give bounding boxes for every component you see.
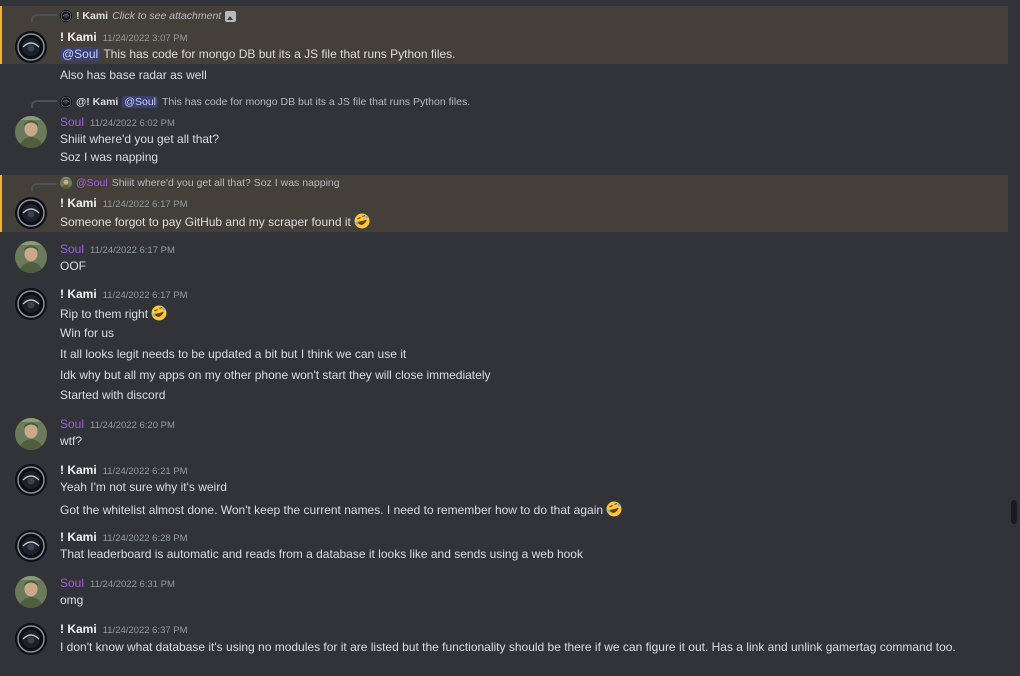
- message-header: ! Kami 11/24/2022 6:21 PM: [60, 463, 188, 477]
- avatar[interactable]: [15, 288, 47, 320]
- reply-username[interactable]: @Soul: [76, 177, 108, 189]
- timestamp: 11/24/2022 6:02 PM: [90, 118, 175, 129]
- reply-text[interactable]: This has code for mongo DB but its a JS …: [162, 96, 470, 108]
- message-text: It all looks legit needs to be updated a…: [60, 347, 407, 361]
- message-header: Soul 11/24/2022 6:20 PM: [60, 417, 175, 431]
- mention[interactable]: @Soul: [60, 47, 101, 61]
- message-content: Rip to them right: [60, 307, 149, 321]
- username[interactable]: ! Kami: [60, 196, 97, 210]
- timestamp: 11/24/2022 6:21 PM: [102, 466, 188, 477]
- message-header: Soul 11/24/2022 6:17 PM: [60, 242, 175, 256]
- avatar[interactable]: [15, 623, 47, 655]
- message-header: ! Kami 11/24/2022 6:37 PM: [60, 622, 188, 636]
- message-text: Someone forgot to pay GitHub and my scra…: [60, 213, 370, 229]
- timestamp: 11/24/2022 6:20 PM: [90, 420, 175, 431]
- avatar[interactable]: [15, 197, 47, 229]
- timestamp: 11/24/2022 6:28 PM: [102, 533, 188, 544]
- message-text: Shiiit where'd you get all that?: [60, 132, 220, 146]
- timestamp: 11/24/2022 6:17 PM: [102, 290, 188, 301]
- username[interactable]: ! Kami: [60, 463, 97, 477]
- soul-mini-avatar: [60, 177, 72, 189]
- reply-text[interactable]: Click to see attachment: [112, 10, 221, 22]
- message-header: ! Kami 11/24/2022 6:28 PM: [60, 530, 188, 544]
- avatar[interactable]: [15, 31, 47, 63]
- reply-spine: [31, 100, 57, 108]
- username[interactable]: ! Kami: [60, 287, 97, 301]
- message-content: Got the whitelist almost done. Won't kee…: [60, 503, 604, 517]
- message-header: ! Kami 11/24/2022 3:07 PM: [60, 30, 188, 44]
- username[interactable]: ! Kami: [60, 30, 97, 44]
- reply-username[interactable]: ! Kami: [76, 10, 108, 22]
- message-text: wtf?: [60, 434, 83, 448]
- username[interactable]: ! Kami: [60, 622, 97, 636]
- image-icon: [225, 10, 237, 22]
- message-text: Idk why but all my apps on my other phon…: [60, 368, 491, 382]
- reply-preview[interactable]: @Soul Shiiit where'd you get all that? S…: [60, 176, 340, 190]
- reply-username[interactable]: @! Kami: [76, 96, 118, 108]
- scrollbar-thumb[interactable]: [1011, 500, 1017, 524]
- timestamp: 11/24/2022 6:31 PM: [90, 579, 175, 590]
- kami-mini-avatar: [60, 96, 72, 108]
- timestamp: 11/24/2022 6:37 PM: [102, 625, 188, 636]
- rofl-emoji-icon: [151, 305, 167, 321]
- message-content: Someone forgot to pay GitHub and my scra…: [60, 215, 351, 229]
- avatar[interactable]: [15, 464, 47, 496]
- message-text: Win for us: [60, 326, 115, 340]
- reply-text[interactable]: Shiiit where'd you get all that? Soz I w…: [112, 177, 340, 189]
- mention[interactable]: @Soul: [122, 96, 159, 108]
- rofl-emoji-icon: [354, 213, 370, 229]
- message-text: Started with discord: [60, 388, 166, 402]
- avatar[interactable]: [15, 530, 47, 562]
- message-header: Soul 11/24/2022 6:31 PM: [60, 576, 175, 590]
- reply-preview[interactable]: ! Kami Click to see attachment: [60, 9, 237, 23]
- kami-mini-avatar: [60, 10, 72, 22]
- message-header: Soul 11/24/2022 6:02 PM: [60, 115, 175, 129]
- message-header: ! Kami 11/24/2022 6:17 PM: [60, 196, 188, 210]
- avatar[interactable]: [15, 576, 47, 608]
- message-text: Yeah I'm not sure why it's weird: [60, 480, 227, 494]
- message-text: OOF: [60, 259, 86, 273]
- avatar[interactable]: [15, 418, 47, 450]
- username[interactable]: Soul: [60, 417, 84, 431]
- message-content: This has code for mongo DB but its a JS …: [103, 47, 456, 61]
- message-text: That leaderboard is automatic and reads …: [60, 547, 583, 561]
- timestamp: 11/24/2022 6:17 PM: [90, 245, 175, 256]
- message-text: @Soul This has code for mongo DB but its…: [60, 47, 456, 61]
- message-text: Also has base radar as well: [60, 68, 207, 82]
- message-text: I don't know what database it's using no…: [60, 640, 956, 654]
- rofl-emoji-icon: [606, 501, 622, 517]
- message-header: ! Kami 11/24/2022 6:17 PM: [60, 287, 188, 301]
- timestamp: 11/24/2022 6:17 PM: [102, 199, 188, 210]
- username[interactable]: ! Kami: [60, 530, 97, 544]
- reply-spine: [31, 183, 57, 191]
- timestamp: 11/24/2022 3:07 PM: [102, 33, 188, 44]
- message-text: Soz I was napping: [60, 150, 159, 164]
- message-text: omg: [60, 593, 84, 607]
- avatar[interactable]: [15, 241, 47, 273]
- reply-preview[interactable]: @! Kami @Soul This has code for mongo DB…: [60, 95, 470, 109]
- reply-spine: [31, 14, 57, 22]
- message-text: Rip to them right: [60, 305, 167, 321]
- username[interactable]: Soul: [60, 242, 84, 256]
- username[interactable]: Soul: [60, 115, 84, 129]
- avatar[interactable]: [15, 116, 47, 148]
- username[interactable]: Soul: [60, 576, 84, 590]
- message-text: Got the whitelist almost done. Won't kee…: [60, 501, 622, 517]
